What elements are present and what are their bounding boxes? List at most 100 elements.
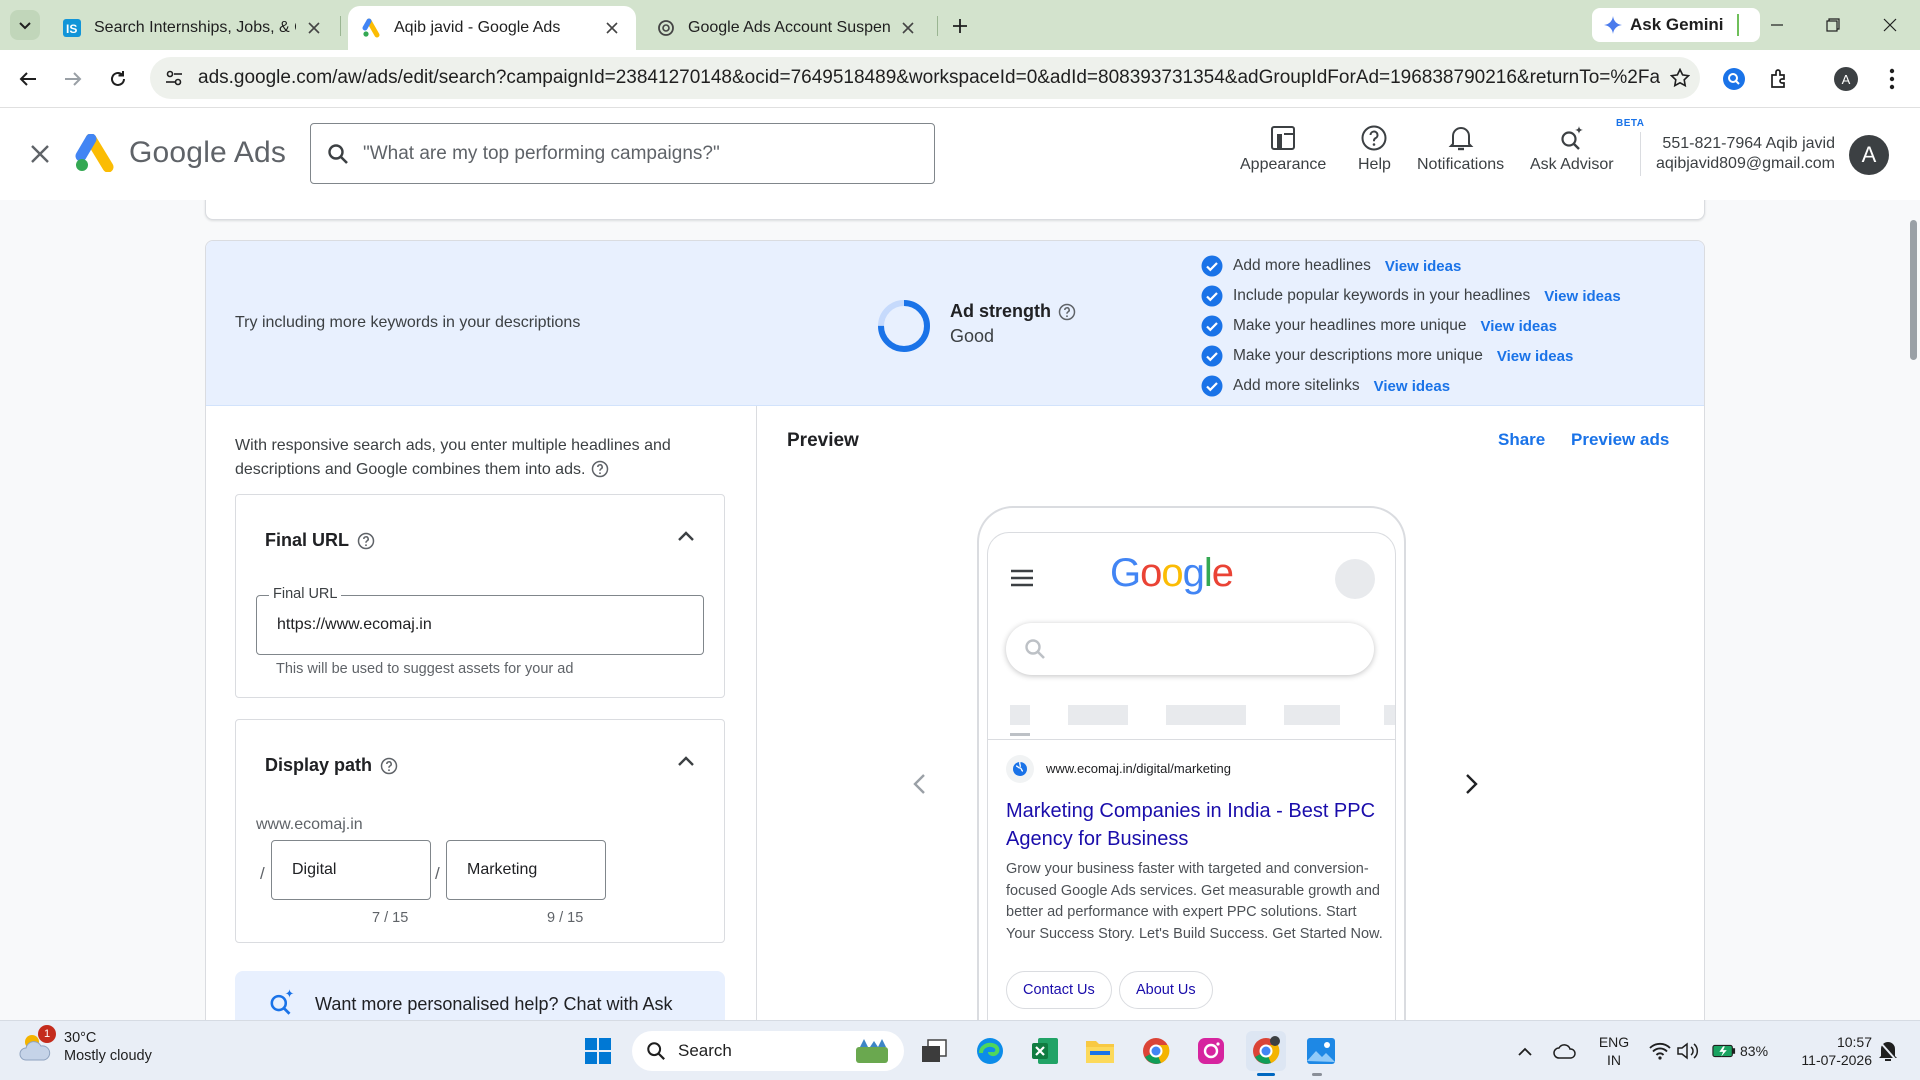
help-icon[interactable] — [1058, 303, 1076, 321]
preview-title: Preview — [787, 430, 859, 451]
onedrive-button[interactable] — [1553, 1039, 1577, 1063]
instagram-app[interactable] — [1191, 1031, 1231, 1071]
appearance-button[interactable]: Appearance — [1240, 120, 1326, 174]
help-button[interactable]: Help — [1358, 120, 1391, 174]
taskbar-search[interactable]: Search — [632, 1031, 904, 1071]
path1-input[interactable]: Digital — [271, 840, 431, 900]
help-icon[interactable] — [357, 532, 375, 550]
speaker-icon — [1677, 1042, 1699, 1060]
scrollbar-thumb[interactable] — [1910, 220, 1917, 360]
browser-tab-google-ads[interactable]: Aqib javid - Google Ads — [348, 6, 636, 50]
ask-advisor-button[interactable]: BETA Ask Advisor — [1530, 118, 1644, 174]
search-highlight-icon — [856, 1039, 888, 1063]
weather-widget[interactable]: 1 30°C Mostly cloudy — [18, 1025, 152, 1065]
profile-button[interactable]: A — [1830, 63, 1862, 95]
battery-button[interactable] — [1712, 1039, 1736, 1063]
chrome-profile-app[interactable] — [1246, 1031, 1286, 1071]
display-path-title-text: Display path — [265, 755, 373, 775]
check-circle-icon — [1201, 255, 1223, 277]
reload-icon — [111, 71, 125, 86]
suggestion-text: Make your headlines more unique — [1233, 317, 1467, 334]
ad-display-url: www.ecomaj.in/digital/marketing — [1046, 761, 1231, 776]
tab-separator — [937, 16, 938, 36]
sitelink-about-us[interactable]: About Us — [1119, 971, 1213, 1009]
edge-app[interactable] — [970, 1031, 1010, 1071]
chevron-up-icon[interactable] — [674, 525, 698, 549]
close-icon[interactable] — [602, 18, 622, 38]
restore-button[interactable] — [1813, 10, 1853, 40]
preview-tab-placeholder — [1166, 705, 1246, 725]
ask-gemini-button[interactable]: Ask Gemini — [1592, 8, 1760, 42]
chrome-app[interactable] — [1136, 1031, 1176, 1071]
close-window-button[interactable] — [1870, 10, 1910, 40]
view-ideas-link[interactable]: View ideas — [1544, 288, 1620, 305]
google-ads-wordmark[interactable]: Google Ads — [129, 136, 286, 170]
preview-prev-button[interactable] — [901, 766, 937, 802]
ask-advisor-card[interactable]: Want more personalised help? Chat with A… — [235, 971, 725, 1020]
browser-tab-internshala[interactable]: IS Search Internships, Jobs, & Cou — [48, 6, 338, 50]
path2-input[interactable]: Marketing — [446, 840, 606, 900]
view-ideas-link[interactable]: View ideas — [1497, 348, 1573, 365]
tab-search-button[interactable] — [10, 10, 40, 40]
sitelink-contact-us[interactable]: Contact Us — [1006, 971, 1112, 1009]
minimize-button[interactable] — [1757, 10, 1797, 40]
wifi-button[interactable] — [1648, 1039, 1672, 1063]
avatar[interactable]: A — [1849, 135, 1889, 175]
view-ideas-link[interactable]: View ideas — [1374, 378, 1450, 395]
close-editor-button[interactable] — [24, 138, 56, 170]
help-icon[interactable] — [591, 460, 609, 478]
forward-button[interactable] — [57, 63, 89, 95]
help-icon[interactable] — [380, 757, 398, 775]
chevron-up-icon[interactable] — [674, 750, 698, 774]
share-button[interactable]: Share — [1498, 430, 1545, 450]
suggestion-item: Make your descriptions more unique View … — [1201, 341, 1621, 371]
notification-center-button[interactable] — [1876, 1039, 1900, 1063]
start-button[interactable] — [578, 1031, 618, 1071]
view-ideas-link[interactable]: View ideas — [1385, 258, 1461, 275]
address-bar[interactable]: ads.google.com/aw/ads/edit/search?campai… — [150, 57, 1700, 99]
path-slash: / — [260, 864, 265, 883]
extension-button[interactable] — [1718, 63, 1750, 95]
close-icon[interactable] — [898, 18, 918, 38]
language-indicator[interactable]: ENG IN — [1596, 1033, 1632, 1069]
volume-button[interactable] — [1676, 1039, 1700, 1063]
minimize-icon — [1771, 24, 1783, 26]
back-button[interactable] — [12, 63, 44, 95]
task-view-app[interactable] — [914, 1031, 954, 1071]
ad-strength-tip: Try including more keywords in your desc… — [235, 314, 581, 331]
bookmark-star-icon[interactable] — [1660, 58, 1700, 98]
browser-tab-suspension[interactable]: Google Ads Account Suspensio — [642, 6, 932, 50]
browser-menu-button[interactable] — [1876, 63, 1908, 95]
file-explorer-app[interactable] — [1080, 1031, 1120, 1071]
final-url-value[interactable]: https://www.ecomaj.in — [277, 616, 432, 634]
account-info[interactable]: 551-821-7964 Aqib javid aqibjavid809@gma… — [1656, 134, 1835, 174]
site-settings-icon[interactable] — [164, 68, 184, 88]
ads-search-input[interactable]: "What are my top performing campaigns?" — [310, 123, 935, 184]
preview-next-button[interactable] — [1454, 766, 1490, 802]
weather-temperature: 30°C — [64, 1030, 97, 1046]
close-icon — [31, 145, 49, 163]
path1-value[interactable]: Digital — [292, 861, 336, 879]
gemini-sparkle-icon — [1604, 16, 1622, 34]
reload-button[interactable] — [102, 63, 134, 95]
suggestion-text: Include popular keywords in your headlin… — [1233, 287, 1531, 304]
final-url-field[interactable]: Final URL https://www.ecomaj.in — [256, 586, 704, 655]
ad-strength-label: Ad strength — [950, 301, 1076, 322]
tray-overflow-button[interactable] — [1513, 1039, 1537, 1063]
path2-value[interactable]: Marketing — [467, 861, 537, 879]
preview-tab-placeholder — [1384, 705, 1395, 725]
url-text[interactable]: ads.google.com/aw/ads/edit/search?campai… — [198, 67, 1660, 89]
excel-app[interactable] — [1025, 1031, 1065, 1071]
view-ideas-link[interactable]: View ideas — [1481, 318, 1557, 335]
notifications-button[interactable]: Notifications — [1417, 120, 1504, 174]
clock[interactable]: 10:57 11-07-2026 — [1782, 1033, 1872, 1069]
photos-app[interactable] — [1301, 1031, 1341, 1071]
ad-headline[interactable]: Marketing Companies in India - Best PPC … — [1006, 797, 1386, 853]
path1-char-count: 7 / 15 — [372, 910, 409, 926]
previous-card — [205, 200, 1705, 220]
extensions-button[interactable] — [1764, 63, 1796, 95]
preview-ads-button[interactable]: Preview ads — [1571, 430, 1669, 450]
close-icon[interactable] — [304, 18, 324, 38]
extension-search-icon — [1723, 68, 1745, 90]
new-tab-button[interactable] — [944, 10, 976, 42]
